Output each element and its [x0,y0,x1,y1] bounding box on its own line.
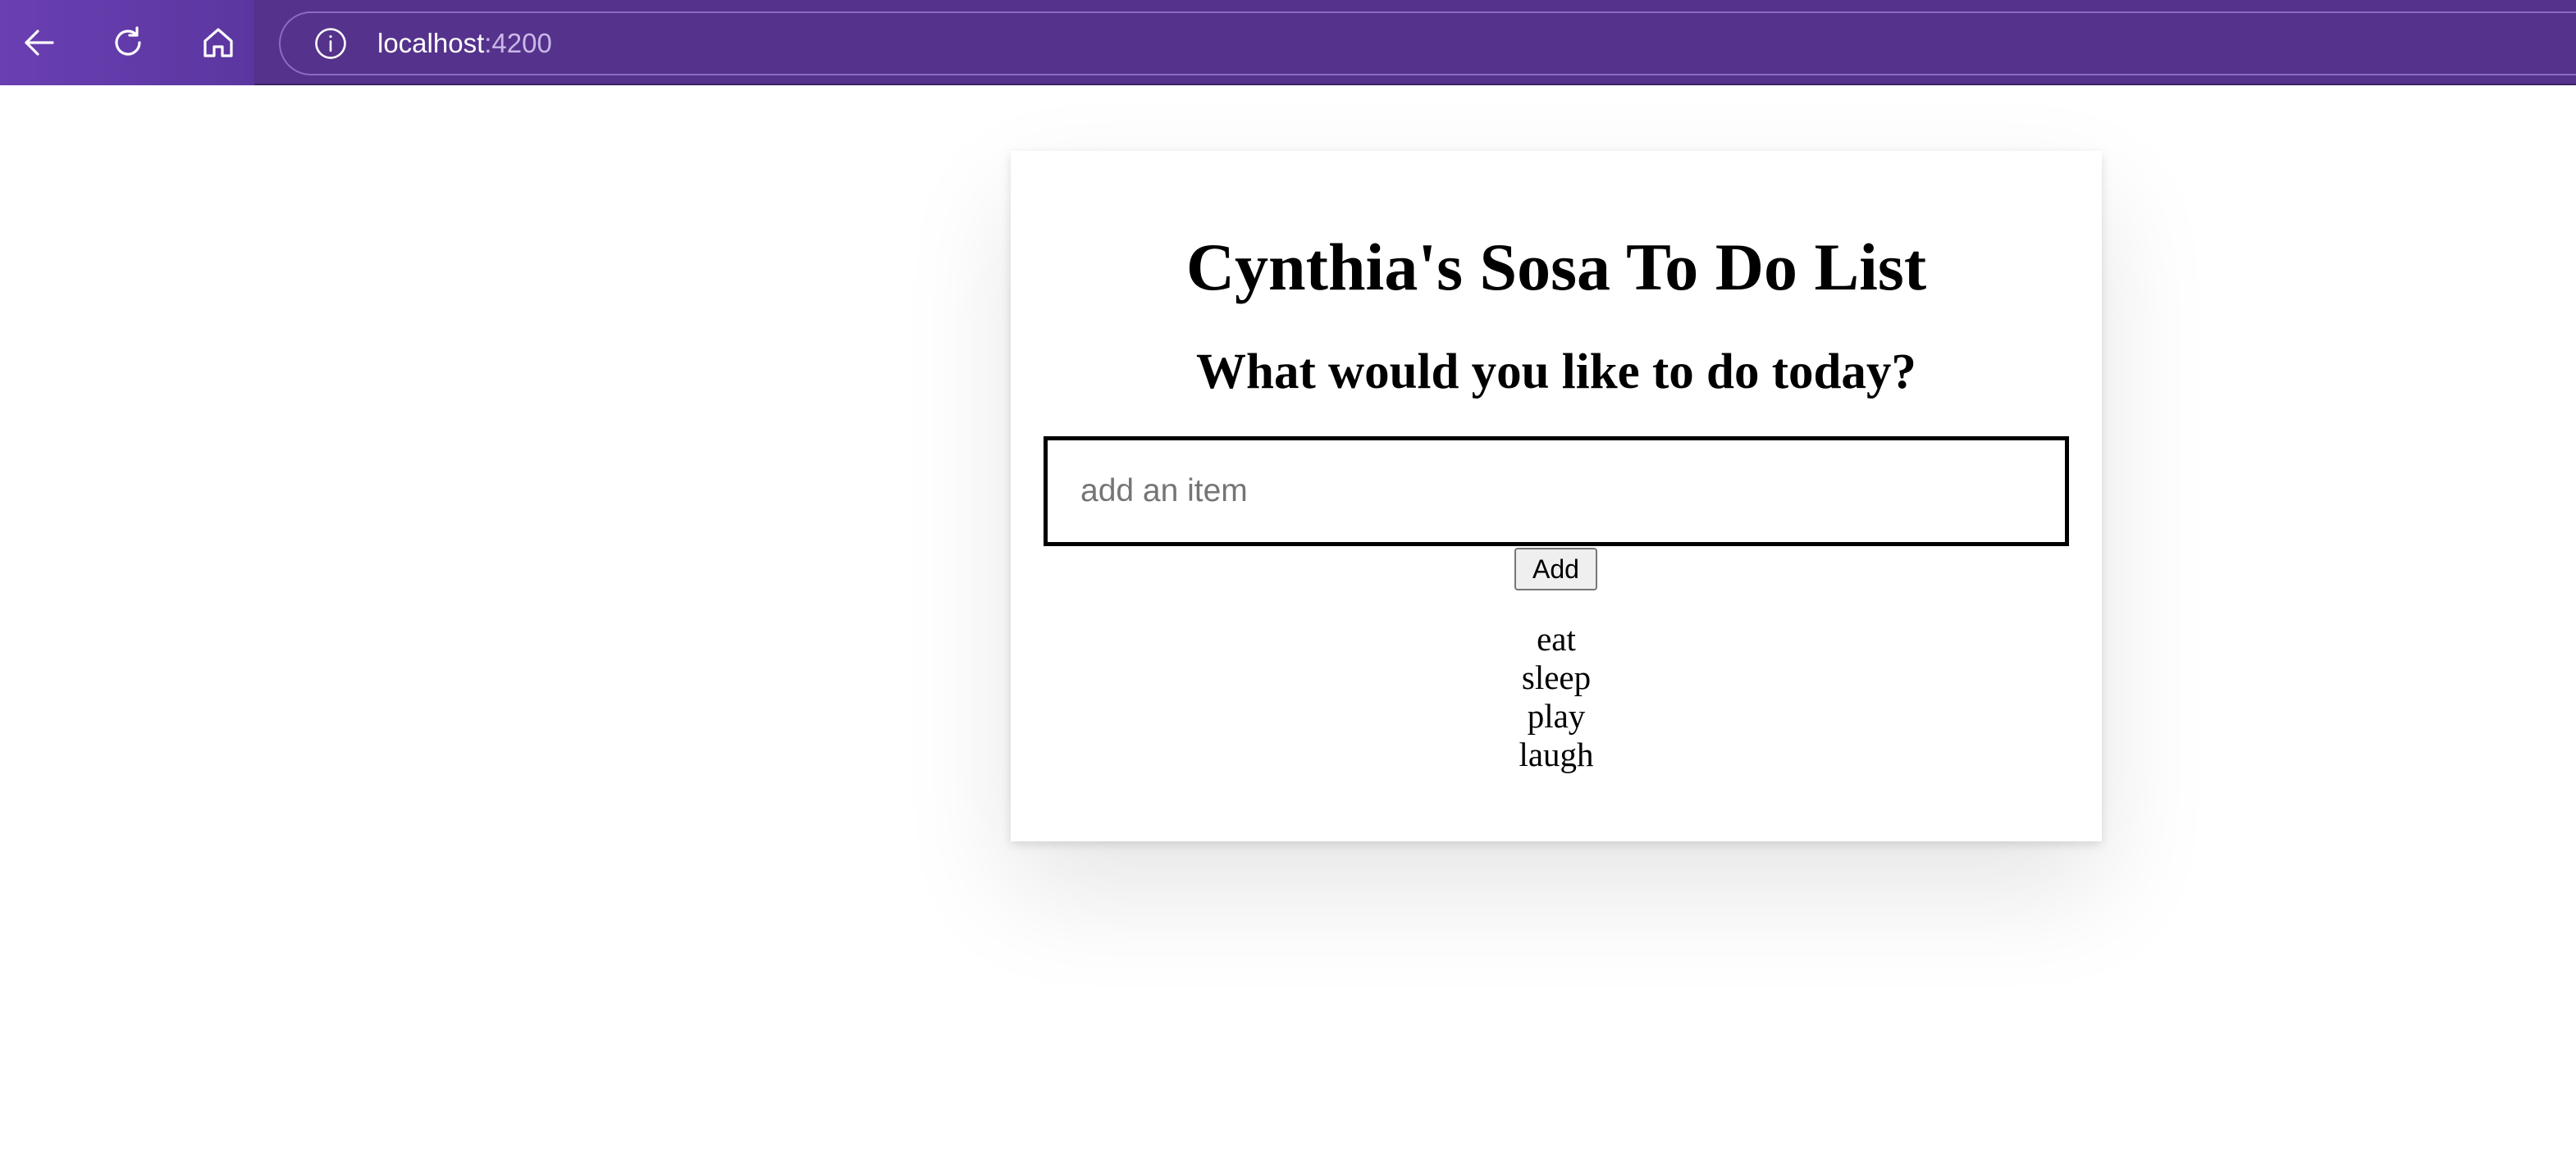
toolbar-nav-group [0,0,254,85]
url-port: :4200 [484,28,552,58]
home-button[interactable] [195,20,241,66]
refresh-button[interactable] [105,20,151,66]
home-icon [203,28,233,57]
arrow-left-icon [25,30,54,56]
address-url[interactable]: localhost:4200 [377,27,552,60]
add-item-input[interactable] [1044,436,2069,546]
page-subtitle: What would you like to do today? [1196,344,1916,399]
page-title: Cynthia's Sosa To Do List [1185,230,1927,304]
back-button[interactable] [16,20,62,66]
browser-toolbar: localhost:4200 [0,0,2576,85]
add-button[interactable]: Add [1514,548,1597,590]
todo-item: play [1527,697,1586,735]
todo-list: eat sleep play laugh [1011,620,2102,774]
todo-item: sleep [1521,658,1592,696]
todo-item: laugh [1519,736,1594,773]
info-icon[interactable] [313,26,348,61]
todo-item: eat [1537,620,1576,658]
refresh-icon [115,26,141,56]
todo-card: Cynthia's Sosa To Do List What would you… [1011,151,2102,841]
address-bar[interactable]: localhost:4200 [279,11,2576,75]
url-host: localhost [377,28,485,58]
